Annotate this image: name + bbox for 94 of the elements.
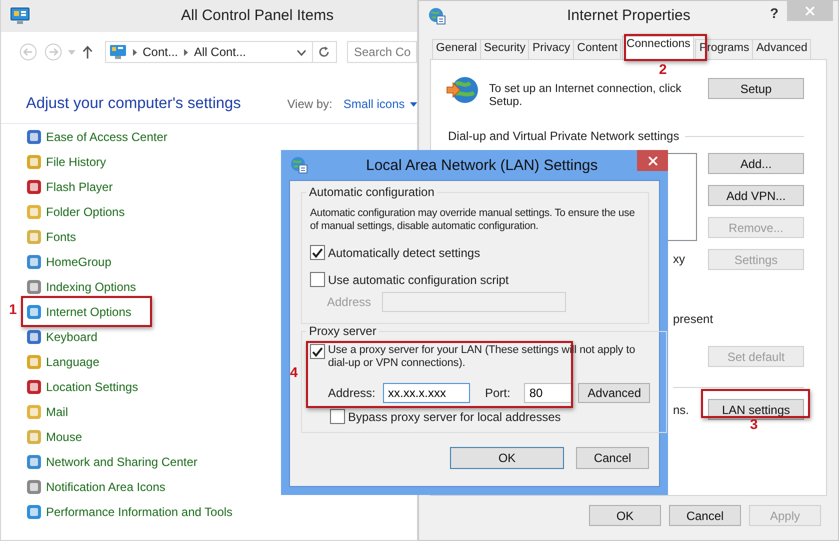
applet-icon: [26, 428, 42, 444]
control-panel-link[interactable]: Notification Area Icons: [26, 474, 166, 499]
dialog-button[interactable]: OK: [589, 505, 661, 526]
control-panel-link[interactable]: Performance Information and Tools: [26, 499, 233, 524]
control-panel-link[interactable]: Internet Options: [26, 299, 132, 324]
tab[interactable]: Connections: [622, 36, 694, 59]
control-panel-link[interactable]: Flash Player: [26, 174, 113, 199]
page-heading: Adjust your computer's settings: [26, 95, 242, 113]
input-field[interactable]: 80: [524, 383, 572, 403]
partial-label: present: [673, 312, 714, 326]
advanced-button[interactable]: Advanced: [578, 383, 650, 403]
checkbox[interactable]: [310, 344, 325, 359]
control-panel-link[interactable]: Ease of Access Center: [26, 124, 168, 149]
dialog-button[interactable]: OK: [450, 447, 564, 469]
window-title: All Control Panel Items: [181, 7, 334, 24]
partial-label: xy: [673, 252, 685, 266]
setup-button[interactable]: Setup: [708, 78, 804, 99]
checkbox[interactable]: [330, 409, 345, 424]
control-panel-link[interactable]: Location Settings: [26, 374, 138, 399]
address-bar[interactable]: Cont... All Cont...: [104, 41, 313, 63]
applet-icon: [26, 304, 42, 320]
group-title: Automatic configuration: [308, 185, 436, 199]
field-label: Address:: [328, 386, 376, 400]
refresh-button[interactable]: [312, 41, 337, 63]
step-number: 2: [659, 61, 667, 77]
checkbox[interactable]: [310, 272, 325, 287]
control-panel-link[interactable]: Indexing Options: [26, 274, 136, 299]
step-number: 4: [290, 364, 298, 380]
control-panel-link[interactable]: Network and Sharing Center: [26, 449, 198, 474]
group-title: Proxy server: [308, 324, 378, 338]
dialog-button[interactable]: Add...: [708, 153, 804, 174]
chevron-icon: [184, 48, 188, 56]
applet-icon: [26, 278, 42, 294]
caret-icon[interactable]: [410, 102, 417, 106]
close-icon: [648, 156, 658, 166]
applet-icon: [26, 478, 42, 494]
control-panel-link[interactable]: Mouse: [26, 424, 82, 449]
breadcrumb-item[interactable]: Cont...: [142, 45, 178, 59]
refresh-icon: [318, 46, 330, 58]
partial-label: ns.: [673, 402, 690, 416]
applet-icon: [26, 228, 42, 244]
view-mode-link[interactable]: Small icons: [343, 97, 405, 111]
globe-arrow-icon: [446, 75, 480, 105]
lan-settings-button[interactable]: LAN settings: [708, 399, 804, 420]
monitor-icon: [108, 44, 127, 60]
applet-icon: [26, 504, 42, 520]
setup-description: To set up an Internet connection, click Setup.: [489, 83, 682, 109]
monitor-icon: [10, 7, 30, 25]
control-panel-link[interactable]: HomeGroup: [26, 249, 112, 274]
chevron-icon: [132, 48, 137, 56]
tab[interactable]: Content: [573, 39, 622, 59]
applet-icon: [26, 154, 42, 170]
applet-icon: [26, 178, 42, 194]
dialog-title: Local Area Network (LAN) Settings: [366, 157, 598, 174]
control-panel-link[interactable]: Fonts: [26, 224, 76, 249]
close-button[interactable]: [637, 150, 668, 171]
control-panel-link[interactable]: Keyboard: [26, 324, 98, 349]
applet-icon: [26, 404, 42, 420]
search-field[interactable]: Search Co: [346, 41, 417, 63]
control-panel-link[interactable]: File History: [26, 149, 106, 174]
applet-icon: [26, 354, 42, 370]
control-panel-link[interactable]: Folder Options: [26, 199, 125, 224]
applet-icon: [26, 378, 42, 394]
input-field[interactable]: xx.xx.x.xxx: [383, 383, 470, 403]
checkbox-label: Use automatic configuration script: [328, 272, 509, 286]
control-panel-link[interactable]: Language: [26, 349, 100, 374]
view-by-label: View by:: [287, 97, 332, 111]
help-button[interactable]: ?: [770, 5, 779, 21]
globe-icon: [290, 156, 308, 174]
window-title: Internet Properties: [567, 7, 690, 24]
dialog-button[interactable]: Add VPN...: [708, 185, 804, 206]
dialog-button[interactable]: Cancel: [576, 447, 649, 469]
breadcrumb-item[interactable]: All Cont...: [194, 45, 246, 59]
description-text: Automatic configuration may override manual settings. To ensure the use of manual settings, disable automatic configuration.: [310, 207, 636, 233]
up-arrow-icon[interactable]: [82, 45, 93, 59]
step-number: 1: [9, 301, 17, 317]
field-label: Port:: [485, 386, 510, 400]
tab[interactable]: Advanced: [752, 39, 812, 59]
section-heading: Dial-up and Virtual Private Network settings: [448, 129, 680, 143]
applet-icon: [26, 204, 42, 220]
applet-icon: [26, 254, 42, 270]
checkbox-label: Automatically detect settings: [328, 246, 480, 260]
globe-icon: [428, 7, 446, 25]
control-panel-link[interactable]: Mail: [26, 399, 68, 424]
caret-icon[interactable]: [296, 50, 306, 56]
close-icon: [805, 6, 815, 16]
dialog-button[interactable]: Cancel: [669, 505, 741, 526]
applet-icon: [26, 454, 42, 470]
tab[interactable]: General: [432, 39, 481, 59]
field-label: Address: [327, 295, 372, 309]
checkbox[interactable]: [310, 245, 325, 260]
applet-icon: [26, 328, 42, 344]
applet-icon: [26, 128, 42, 144]
checkbox-label: Bypass proxy server for local addresses: [348, 410, 561, 424]
